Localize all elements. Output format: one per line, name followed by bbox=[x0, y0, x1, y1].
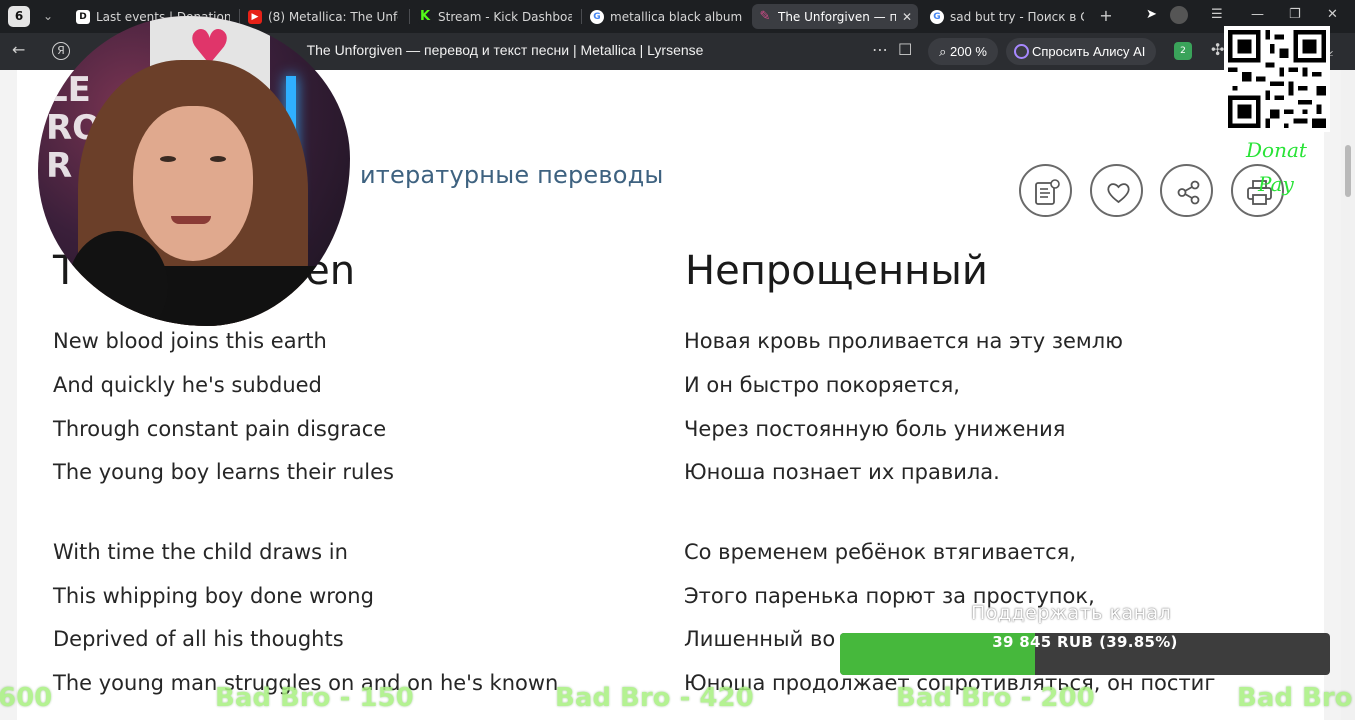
tab-separator bbox=[581, 9, 582, 24]
webcam-person-eye bbox=[210, 156, 226, 162]
donation-qr-code bbox=[1224, 26, 1330, 132]
ticker-item: 600 bbox=[0, 683, 53, 713]
song-title-translation: Непрощенный bbox=[685, 248, 988, 294]
extensions-puzzle-icon[interactable]: ✣ bbox=[1211, 40, 1224, 59]
donatpay-caption: Donat Pay bbox=[1246, 133, 1336, 201]
kick-favicon-icon: K bbox=[418, 9, 432, 24]
more-dots-icon[interactable]: ⋯ bbox=[872, 40, 888, 59]
share-button[interactable] bbox=[1160, 164, 1213, 217]
minimize-window-icon[interactable]: — bbox=[1251, 7, 1264, 22]
tab-lyrsense-active[interactable]: ✎ The Unforgiven — перевод ✕ bbox=[752, 4, 918, 29]
lyric-line: New blood joins this earth bbox=[53, 329, 327, 353]
lyric-line: This whipping boy done wrong bbox=[53, 584, 374, 608]
ticker-item: Bad Bro - 150 bbox=[215, 683, 414, 713]
lyric-line: The young boy learns their rules bbox=[53, 460, 394, 484]
lyric-line: Через постоянную боль унижения bbox=[684, 417, 1066, 441]
webcam-person-mouth bbox=[171, 216, 211, 224]
tab-label: (8) Metallica: The Unforgiven bbox=[268, 9, 398, 24]
browser-menu-icon[interactable]: ☰ bbox=[1211, 7, 1223, 22]
tab-label: sad but try - Поиск в Google bbox=[950, 9, 1084, 24]
donation-amount: 39 845 RUB bbox=[992, 633, 1094, 651]
tab-label: Stream - Kick Dashboard bbox=[438, 9, 572, 24]
close-window-icon[interactable]: ✕ bbox=[1327, 7, 1338, 22]
edit-translation-button[interactable] bbox=[1019, 164, 1072, 217]
support-channel-label: Поддержать канал bbox=[971, 602, 1172, 624]
profile-avatar[interactable] bbox=[1170, 6, 1188, 24]
tab-label: metallica black album - Поиск bbox=[610, 9, 742, 24]
share-icon bbox=[1177, 180, 1200, 205]
tab-kick-dashboard[interactable]: K Stream - Kick Dashboard bbox=[412, 4, 578, 29]
translation-type-subtitle[interactable]: итературные переводы bbox=[360, 161, 664, 189]
tab-label: The Unforgiven — перевод bbox=[778, 9, 896, 24]
lyric-line: Deprived of all his thoughts bbox=[53, 627, 344, 651]
ticker-item: Bad Bro - 200 bbox=[896, 683, 1095, 713]
donation-percent: (39.85%) bbox=[1099, 633, 1178, 651]
new-tab-button[interactable]: + bbox=[1096, 6, 1116, 26]
tab-google-sad-but-true[interactable]: G sad but try - Поиск в Google bbox=[924, 4, 1090, 29]
page-title[interactable]: The Unforgiven — перевод и текст песни |… bbox=[240, 42, 770, 58]
edit-translation-icon bbox=[1035, 179, 1060, 205]
tab-google-black-album[interactable]: G metallica black album - Поиск bbox=[584, 4, 748, 29]
close-tab-icon[interactable]: ✕ bbox=[902, 10, 912, 24]
ask-alice-label: Спросить Алису AI bbox=[1032, 44, 1146, 59]
yandex-logo-icon[interactable]: Я bbox=[52, 42, 70, 60]
ticker-item: Bad Bro - 420 bbox=[555, 683, 754, 713]
streamer-webcam-overlay: ♥ LE RO R bbox=[38, 16, 350, 326]
donation-progress-text: 39 845 RUB (39.85%) bbox=[840, 633, 1330, 675]
donatpay-caption-line: Donat bbox=[1246, 138, 1307, 162]
favorite-button[interactable] bbox=[1090, 164, 1143, 217]
scrollbar-thumb[interactable] bbox=[1345, 145, 1351, 197]
ask-alice-button[interactable]: Спросить Алису AI bbox=[1006, 38, 1156, 65]
google-favicon-icon: G bbox=[590, 9, 604, 24]
donations-ticker: 600 Bad Bro - 150 Bad Bro - 420 Bad Bro … bbox=[0, 683, 1355, 720]
google-favicon-icon: G bbox=[930, 9, 944, 24]
zoom-value: 200 % bbox=[950, 44, 987, 59]
lyric-line: Новая кровь проливается на эту землю bbox=[684, 329, 1123, 353]
lyric-line: And quickly he's subdued bbox=[53, 373, 322, 397]
lyric-line: Юноша познает их правила. bbox=[684, 460, 1000, 484]
tab-count-badge[interactable]: 6 bbox=[8, 6, 30, 27]
favorite-heart-icon bbox=[1107, 183, 1130, 204]
tab-list-chevron-icon[interactable]: ⌄ bbox=[37, 6, 59, 27]
alice-icon bbox=[1014, 44, 1029, 59]
lyric-line: Through constant pain disgrace bbox=[53, 417, 387, 441]
lyric-line: Лишенный во bbox=[684, 627, 836, 651]
donationalerts-favicon-icon: D bbox=[76, 9, 90, 24]
webcam-person-eye bbox=[160, 156, 176, 162]
donation-goal-progress: 39 845 RUB (39.85%) bbox=[840, 633, 1330, 675]
zoom-level[interactable]: ⌕ 200 % bbox=[928, 38, 998, 65]
bookmark-icon[interactable]: ☐ bbox=[898, 40, 912, 59]
donatpay-caption-line: Pay bbox=[1258, 172, 1294, 196]
back-arrow-icon[interactable]: ← bbox=[12, 40, 25, 59]
mouse-cursor-icon: ➤ bbox=[1146, 7, 1157, 22]
lyric-line: With time the child draws in bbox=[53, 540, 348, 564]
lyrsense-favicon-icon: ✎ bbox=[758, 9, 772, 24]
lyric-line: Со временем ребёнок втягивается, bbox=[684, 540, 1076, 564]
protect-extension-icon[interactable]: 2 bbox=[1174, 42, 1192, 60]
ticker-item: Bad Bro bbox=[1237, 683, 1353, 713]
qr-code-icon bbox=[1228, 30, 1326, 128]
webcam-person-shirt bbox=[138, 266, 348, 326]
restore-window-icon[interactable]: ❐ bbox=[1289, 7, 1301, 22]
lyric-line: И он быстро покоряется, bbox=[684, 373, 960, 397]
webcam-person-face bbox=[133, 106, 253, 261]
zoom-magnifier-icon: ⌕ bbox=[939, 44, 951, 59]
tab-separator bbox=[409, 9, 410, 24]
